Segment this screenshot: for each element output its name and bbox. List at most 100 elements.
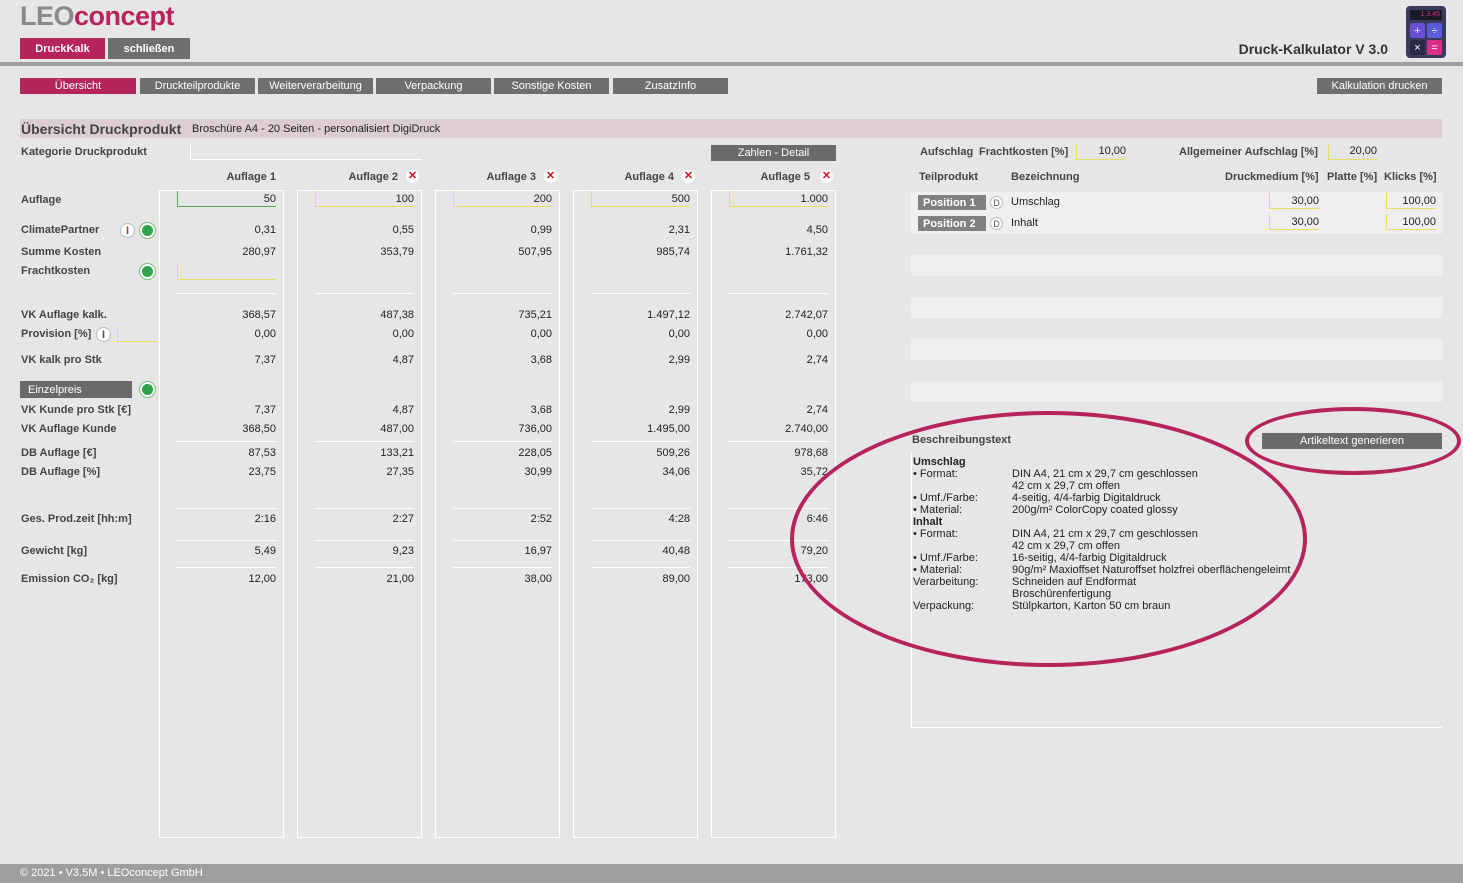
fracht-label: Frachtkosten [%] — [979, 146, 1069, 158]
tab-druckteilprodukte[interactable]: Druckteilprodukte — [140, 78, 255, 94]
einzelpreis-globe-icon[interactable] — [140, 382, 155, 397]
cell-vk-auflage-kunde: 2.740,00 — [785, 423, 828, 435]
druckmedium-input[interactable]: 30,00 — [1269, 214, 1319, 230]
empty-row — [911, 381, 1442, 402]
cell-vk-auflage: 487,38 — [380, 309, 414, 321]
cell-vk-auflage-kunde: 487,00 — [380, 423, 414, 435]
cell-vk-auflage: 735,21 — [518, 309, 552, 321]
cell-emission: 21,00 — [386, 573, 414, 585]
cell-db-pct: 27,35 — [386, 466, 414, 478]
row-label-summe: Summe Kosten — [21, 246, 102, 258]
druckkalk-button[interactable]: DruckKalk — [20, 38, 105, 59]
row-separator — [453, 567, 552, 568]
remove-column-icon[interactable]: ✕ — [406, 170, 419, 183]
position-name: Inhalt — [1011, 217, 1038, 229]
app-title: Druck-Kalkulator V 3.0 — [1238, 41, 1388, 57]
brand-logo: LEOconcept — [20, 1, 175, 31]
cell-climate: 4,50 — [806, 224, 828, 236]
cell-vk-kunde-stk: 2,99 — [668, 404, 690, 416]
column-header: Auflage 5 — [760, 171, 810, 183]
row-label-emission: Emission CO₂ [kg] — [21, 573, 118, 585]
header-platte: Platte [%] — [1327, 171, 1378, 183]
provision-input[interactable] — [117, 326, 157, 342]
cell-gewicht: 16,97 — [524, 545, 552, 557]
row-separator — [453, 441, 552, 442]
category-input[interactable] — [190, 144, 422, 160]
allg-aufschlag-input[interactable]: 20,00 — [1328, 144, 1377, 160]
column-header: Auflage 2 — [348, 171, 398, 183]
tab-weiterverarbeitung[interactable]: Weiterverarbeitung — [258, 78, 373, 94]
cell-provision: 0,00 — [668, 328, 690, 340]
druckmedium-input[interactable]: 30,00 — [1269, 193, 1319, 209]
auflage-input[interactable]: 1.000 — [729, 191, 828, 207]
tab-zusatzinfo[interactable]: ZusatzInfo — [613, 78, 728, 94]
freight-input[interactable] — [453, 264, 552, 280]
fracht-input[interactable]: 10,00 — [1076, 144, 1126, 160]
row-label-prodzeit: Ges. Prod.zeit [hh:m] — [21, 513, 132, 525]
numbers-detail-button[interactable]: Zahlen - Detail — [711, 145, 836, 161]
column-header: Auflage 3 — [486, 171, 536, 183]
info-icon[interactable]: I — [96, 327, 111, 342]
position-button-2[interactable]: Position 2 — [918, 216, 986, 231]
row-separator — [315, 567, 414, 568]
row-separator — [315, 441, 414, 442]
auflage-input[interactable]: 500 — [591, 191, 690, 207]
row-separator — [453, 508, 552, 509]
cell-summe: 507,95 — [518, 246, 552, 258]
klicks-input[interactable]: 100,00 — [1386, 193, 1436, 209]
cell-db-eur: 509,26 — [656, 447, 690, 459]
calculator-icon[interactable]: 1.3.45 + ÷ × = — [1406, 6, 1446, 58]
product-name: Broschüre A4 - 20 Seiten - personalisier… — [192, 123, 441, 135]
cell-vk-stk: 2,74 — [806, 354, 828, 366]
auflage-input[interactable]: 50 — [177, 191, 276, 207]
allg-aufschlag-label: Allgemeiner Aufschlag [%] — [1179, 146, 1318, 158]
cell-provision: 0,00 — [392, 328, 414, 340]
close-button[interactable]: schließen — [108, 38, 190, 59]
row-label-provision: Provision [%] — [21, 328, 92, 340]
info-icon[interactable]: I — [120, 223, 135, 238]
freight-input[interactable] — [315, 264, 414, 280]
auflage-input[interactable]: 200 — [453, 191, 552, 207]
tab-sonstige-kosten[interactable]: Sonstige Kosten — [494, 78, 609, 94]
auflage-input[interactable]: 100 — [315, 191, 414, 207]
einzelpreis-button[interactable]: Einzelpreis — [20, 381, 132, 398]
overview-title: Übersicht Druckprodukt — [21, 121, 182, 137]
remove-column-icon[interactable]: ✕ — [682, 170, 695, 183]
empty-row — [911, 339, 1442, 360]
remove-column-icon[interactable]: ✕ — [820, 170, 833, 183]
cell-gewicht: 5,49 — [254, 545, 276, 557]
highlight-ellipse-description — [790, 411, 1307, 667]
climate-globe-icon[interactable] — [140, 223, 155, 238]
remove-column-icon[interactable]: ✕ — [544, 170, 557, 183]
cell-vk-auflage: 368,57 — [242, 309, 276, 321]
klicks-input[interactable]: 100,00 — [1386, 214, 1436, 230]
position-button-1[interactable]: Position 1 — [918, 195, 986, 210]
row-separator — [177, 293, 276, 294]
cell-provision: 0,00 — [806, 328, 828, 340]
aufschlag-label: Aufschlag — [920, 146, 974, 158]
cell-climate: 2,31 — [668, 224, 690, 236]
row-label-db-eur: DB Auflage [€] — [21, 447, 97, 459]
row-label-auflage: Auflage — [21, 194, 62, 206]
freight-globe-icon[interactable] — [140, 264, 155, 279]
category-label: Kategorie Druckprodukt — [21, 146, 147, 158]
print-calculation-button[interactable]: Kalkulation drucken — [1317, 78, 1442, 94]
cell-vk-stk: 3,68 — [530, 354, 552, 366]
cell-emission: 12,00 — [248, 573, 276, 585]
tab-uebersicht[interactable]: Übersicht — [20, 78, 136, 94]
row-separator — [453, 293, 552, 294]
cell-vk-kunde-stk: 4,87 — [392, 404, 414, 416]
row-separator — [177, 441, 276, 442]
row-separator — [591, 293, 690, 294]
cell-emission: 38,00 — [524, 573, 552, 585]
cell-summe: 985,74 — [656, 246, 690, 258]
cell-vk-auflage-kunde: 368,50 — [242, 423, 276, 435]
cell-db-eur: 87,53 — [248, 447, 276, 459]
freight-input[interactable] — [177, 264, 276, 280]
freight-input[interactable] — [729, 264, 828, 280]
cell-climate: 0,99 — [530, 224, 552, 236]
row-separator — [591, 441, 690, 442]
freight-input[interactable] — [591, 264, 690, 280]
tab-verpackung[interactable]: Verpackung — [376, 78, 491, 94]
header-bezeichnung: Bezeichnung — [1011, 171, 1080, 183]
